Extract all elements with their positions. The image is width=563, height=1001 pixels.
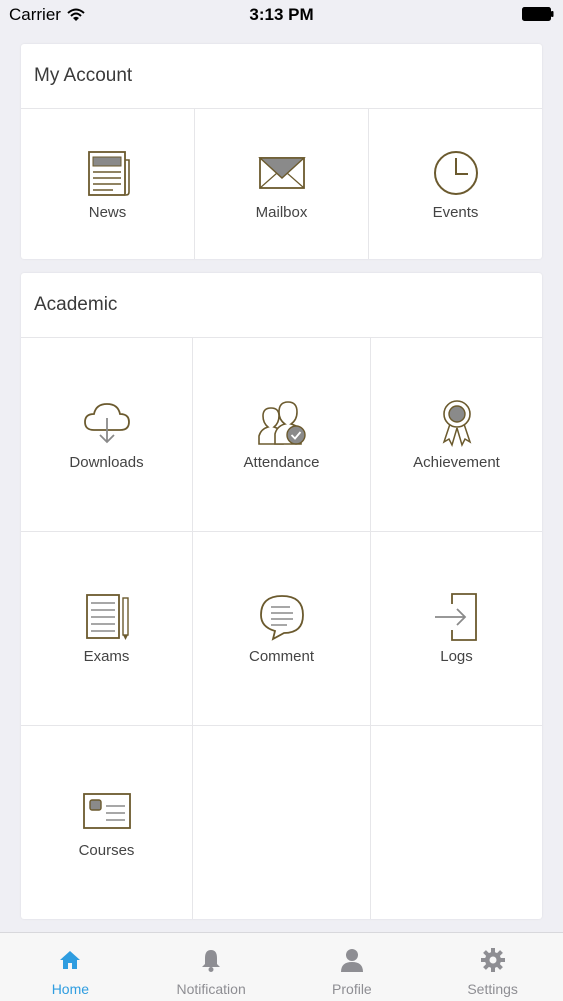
newspaper-icon (87, 150, 130, 196)
downloads-label: Downloads (69, 454, 144, 471)
academic-title: Academic (21, 273, 542, 338)
clock-icon (433, 150, 478, 195)
tab-home[interactable]: Home (0, 933, 141, 1001)
my-account-title: My Account (21, 44, 542, 109)
tab-settings-label: Settings (467, 981, 518, 997)
mailbox-tile[interactable]: Mailbox (195, 109, 369, 259)
exams-tile[interactable]: Exams (21, 532, 193, 726)
news-tile[interactable]: News (21, 109, 195, 259)
news-label: News (88, 203, 127, 221)
tab-profile[interactable]: Profile (282, 933, 423, 1001)
downloads-tile[interactable]: Downloads (21, 338, 193, 532)
tab-settings[interactable]: Settings (422, 933, 563, 1001)
mailbox-label: Mailbox (255, 203, 308, 221)
tab-notification-label: Notification (176, 981, 246, 997)
empty-tile (371, 726, 542, 919)
exam-paper-icon (85, 594, 129, 640)
speech-bubble-icon (259, 595, 304, 641)
home-icon (60, 951, 81, 969)
academic-card: Academic Downloads Attendance Achievemen… (21, 273, 542, 919)
achievement-tile[interactable]: Achievement (371, 338, 542, 532)
attendance-tile[interactable]: Attendance (193, 338, 371, 532)
course-card-icon (82, 793, 131, 829)
users-check-icon (257, 401, 306, 445)
achievement-label: Achievement (413, 454, 500, 471)
tab-profile-label: Profile (332, 981, 372, 997)
cloud-download-icon (83, 403, 130, 444)
comment-tile[interactable]: Comment (193, 532, 371, 726)
login-arrow-icon (434, 593, 477, 641)
tab-home-label: Home (51, 981, 90, 997)
logs-tile[interactable]: Logs (371, 532, 542, 726)
award-ribbon-icon (442, 400, 471, 448)
comment-label: Comment (248, 648, 315, 665)
logs-label: Logs (440, 648, 473, 665)
attendance-label: Attendance (243, 454, 320, 471)
exams-label: Exams (83, 648, 130, 665)
envelope-icon (257, 156, 306, 189)
courses-label: Courses (78, 842, 135, 859)
empty-tile (193, 726, 371, 919)
my-account-card: My Account News Mailbox Events (21, 44, 542, 259)
tab-notification[interactable]: Notification (141, 933, 282, 1001)
tab-bar: Home Notification Profile Settings (0, 932, 563, 1001)
events-tile[interactable]: Events (369, 109, 542, 259)
battery-icon (522, 7, 554, 21)
bell-icon (202, 950, 221, 972)
gear-icon (480, 948, 505, 972)
status-bar: Carrier 3:13 PM (0, 0, 563, 30)
status-time: 3:13 PM (249, 5, 314, 24)
courses-tile[interactable]: Courses (21, 726, 193, 919)
person-icon (340, 949, 363, 972)
events-label: Events (432, 203, 479, 221)
